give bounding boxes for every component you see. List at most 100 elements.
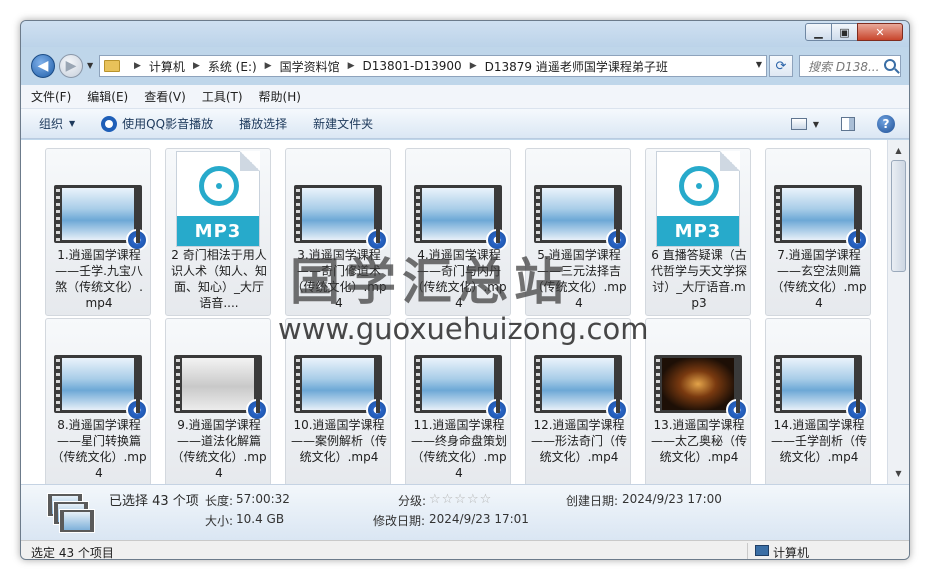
view-options-dropdown[interactable]: ▼ <box>813 120 819 129</box>
scroll-down-icon[interactable]: ▼ <box>890 465 907 482</box>
scroll-up-icon[interactable]: ▲ <box>890 142 907 159</box>
video-thumbnail <box>174 355 268 421</box>
play-selected-button[interactable]: 播放选择 <box>239 115 287 132</box>
change-view-icon[interactable] <box>790 118 807 130</box>
file-item[interactable]: 5.逍遥国学课程——三元法择吉（传统文化）.mp4 <box>525 148 631 316</box>
mp3-file-icon: MP3 <box>176 151 260 247</box>
maximize-button[interactable]: ▣ <box>831 23 858 41</box>
view-controls: ▼ ? <box>790 115 895 133</box>
created-label: 创建日期: <box>566 494 619 508</box>
search-icon[interactable] <box>884 59 896 71</box>
video-thumbnail <box>54 355 148 421</box>
search-input[interactable]: 搜索 D138... <box>799 55 901 77</box>
video-thumbnail <box>774 185 868 251</box>
status-divider <box>747 543 748 559</box>
film-reel-icon <box>199 166 239 206</box>
file-name: 5.逍遥国学课程——三元法择吉（传统文化）.mp4 <box>531 248 627 310</box>
menu-view[interactable]: 查看(V) <box>144 88 186 105</box>
recent-pages-dropdown[interactable]: ▼ <box>87 61 93 70</box>
breadcrumb-current-folder[interactable]: D13879 逍遥老师国学课程弟子班 <box>485 58 668 75</box>
file-item[interactable]: 11.逍遥国学课程——终身命盘策划（传统文化）.mp4 <box>405 318 511 484</box>
explorer-window: ▁ ▣ ✕ ◀ ▶ ▼ ▶ 计算机 ▶ 系统 (E:) ▶ 国学资料馆 ▶ D1… <box>20 20 910 560</box>
chevron-down-icon: ▼ <box>69 119 76 128</box>
forward-button[interactable]: ▶ <box>59 54 83 78</box>
video-thumbnail <box>774 355 868 421</box>
file-item[interactable]: 12.逍遥国学课程——形法奇门（传统文化）.mp4 <box>525 318 631 484</box>
menu-tools[interactable]: 工具(T) <box>202 88 243 105</box>
file-name: 3.逍遥国学课程——奇门修道术（传统文化）.mp4 <box>291 248 387 310</box>
status-selection-text: 选定 43 个项目 <box>31 546 114 560</box>
file-item[interactable]: 14.逍遥国学课程——壬学剖析（传统文化）.mp4 <box>765 318 871 484</box>
video-thumbnail <box>54 185 148 251</box>
video-thumbnail <box>534 355 628 421</box>
video-thumbnail <box>414 185 508 251</box>
close-button[interactable]: ✕ <box>857 23 903 41</box>
video-thumbnail <box>294 355 388 421</box>
mp3-type-label: MP3 <box>657 216 739 246</box>
file-item[interactable]: 4.逍遥国学课程——奇门与内丹（传统文化）.mp4 <box>405 148 511 316</box>
qq-play-button[interactable]: 使用QQ影音播放 <box>101 115 213 132</box>
mp3-file-icon: MP3 <box>656 151 740 247</box>
modified-value: 2024/9/23 17:01 <box>429 512 529 526</box>
size-label: 大小: <box>205 514 234 528</box>
title-bar: ▁ ▣ ✕ <box>21 21 909 47</box>
breadcrumb-library[interactable]: 国学资料馆 <box>280 58 340 75</box>
file-name: 4.逍遥国学课程——奇门与内丹（传统文化）.mp4 <box>411 248 507 310</box>
qq-player-icon <box>101 115 118 132</box>
file-name: 10.逍遥国学课程——案例解析（传统文化）.mp4 <box>290 418 387 464</box>
file-item[interactable]: 8.逍遥国学课程——星门转换篇（传统文化）.mp4 <box>45 318 151 484</box>
modified-label: 修改日期: <box>373 514 426 528</box>
file-item[interactable]: 10.逍遥国学课程——案例解析（传统文化）.mp4 <box>285 318 391 484</box>
breadcrumb-range[interactable]: D13801-D13900 <box>363 59 462 73</box>
rating-label: 分级: <box>398 494 427 508</box>
command-bar: 组织 ▼ 使用QQ影音播放 播放选择 新建文件夹 ▼ ? <box>21 109 909 139</box>
file-item[interactable]: 3.逍遥国学课程——奇门修道术（传统文化）.mp4 <box>285 148 391 316</box>
back-button[interactable]: ◀ <box>31 54 55 78</box>
file-name: 1.逍遥国学课程——壬学.九宝八煞（传统文化）.mp4 <box>55 248 143 310</box>
menu-help[interactable]: 帮助(H) <box>259 88 301 105</box>
organize-button[interactable]: 组织 ▼ <box>39 115 75 132</box>
film-reel-icon <box>679 166 719 206</box>
chevron-right-icon[interactable]: ▶ <box>265 61 272 71</box>
preview-pane-icon[interactable] <box>841 117 855 131</box>
chevron-right-icon[interactable]: ▶ <box>134 61 141 71</box>
details-pane: 已选择 43 个项 长度: 57:00:32 大小: 10.4 GB 分级: ☆… <box>21 484 909 540</box>
file-name: 14.逍遥国学课程——壬学剖析（传统文化）.mp4 <box>770 418 867 464</box>
breadcrumb-computer[interactable]: 计算机 <box>149 58 185 75</box>
file-name: 2 奇门相法于用人识人术（知人、知面、知心）_大厅语音.... <box>170 248 267 310</box>
file-name: 6 直播答疑课（古代哲学与天文学探讨）_大厅语音.mp3 <box>650 248 747 310</box>
menu-file[interactable]: 文件(F) <box>31 88 71 105</box>
selected-count: 已选择 43 个项 <box>109 494 199 509</box>
minimize-button[interactable]: ▁ <box>805 23 832 41</box>
address-dropdown[interactable]: ▼ <box>756 60 762 69</box>
file-name: 9.逍遥国学课程——道法化解篇（传统文化）.mp4 <box>171 418 267 480</box>
qq-play-label: 使用QQ影音播放 <box>122 117 214 131</box>
file-name: 12.逍遥国学课程——形法奇门（传统文化）.mp4 <box>530 418 627 464</box>
file-item[interactable]: 7.逍遥国学课程——玄空法则篇（传统文化）.mp4 <box>765 148 871 316</box>
menu-edit[interactable]: 编辑(E) <box>87 88 128 105</box>
file-name: 8.逍遥国学课程——星门转换篇（传统文化）.mp4 <box>51 418 147 480</box>
file-name: 11.逍遥国学课程——终身命盘策划（传统文化）.mp4 <box>410 418 507 480</box>
address-bar[interactable]: ▶ 计算机 ▶ 系统 (E:) ▶ 国学资料馆 ▶ D13801-D13900 … <box>99 55 767 77</box>
folder-icon <box>104 60 120 72</box>
rating-stars[interactable]: ☆☆☆☆☆ <box>429 492 492 507</box>
file-item[interactable]: 13.逍遥国学课程——太乙奥秘（传统文化）.mp4 <box>645 318 751 484</box>
file-item[interactable]: MP3 6 直播答疑课（古代哲学与天文学探讨）_大厅语音.mp3 <box>645 148 751 316</box>
help-icon[interactable]: ? <box>877 115 895 133</box>
breadcrumb-drive[interactable]: 系统 (E:) <box>208 58 257 75</box>
scrollbar-thumb[interactable] <box>891 160 906 272</box>
file-item[interactable]: 1.逍遥国学课程——壬学.九宝八煞（传统文化）.mp4 <box>45 148 151 316</box>
chevron-right-icon[interactable]: ▶ <box>348 61 355 71</box>
file-item[interactable]: 9.逍遥国学课程——道法化解篇（传统文化）.mp4 <box>165 318 271 484</box>
created-value: 2024/9/23 17:00 <box>622 492 722 506</box>
search-placeholder: 搜索 D138... <box>808 59 880 74</box>
video-thumbnail <box>414 355 508 421</box>
file-name: 13.逍遥国学课程——太乙奥秘（传统文化）.mp4 <box>650 418 747 464</box>
chevron-right-icon[interactable]: ▶ <box>470 61 477 71</box>
window-controls: ▁ ▣ ✕ <box>805 23 903 41</box>
refresh-button[interactable]: ⟳ <box>769 55 793 77</box>
file-item[interactable]: MP3 2 奇门相法于用人识人术（知人、知面、知心）_大厅语音.... <box>165 148 271 316</box>
new-folder-button[interactable]: 新建文件夹 <box>313 115 373 132</box>
chevron-right-icon[interactable]: ▶ <box>193 61 200 71</box>
vertical-scrollbar[interactable]: ▲ ▼ <box>887 140 909 484</box>
